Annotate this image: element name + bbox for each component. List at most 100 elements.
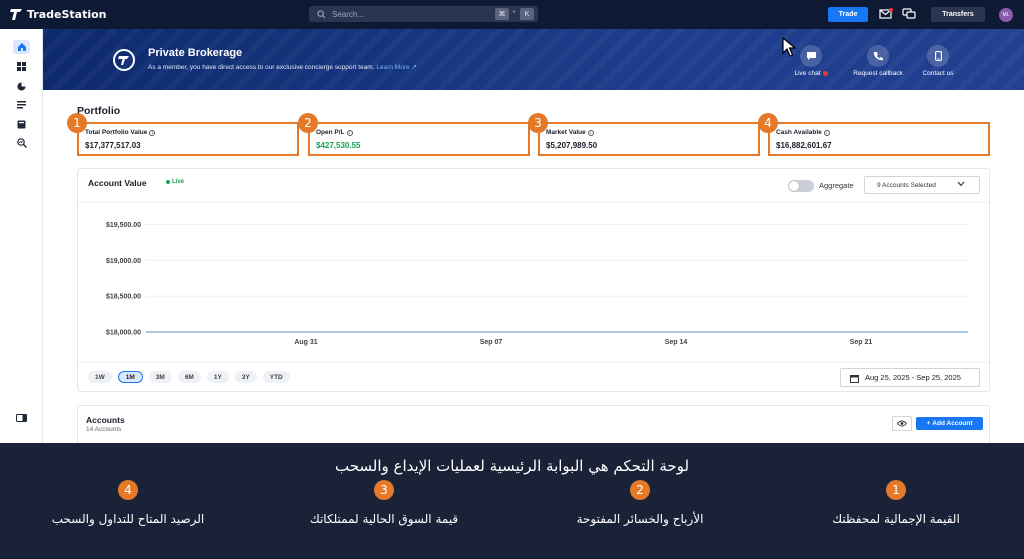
stat-value: $16,882,601.67	[776, 141, 832, 150]
shortcut-cmd-key: ⌘	[495, 8, 509, 20]
contact-us-button[interactable]: Contact us	[908, 45, 968, 77]
range-3y-button[interactable]: 3Y	[234, 371, 257, 383]
account-value-title: Account Value	[88, 178, 147, 188]
banner-title: Private Brokerage	[148, 47, 243, 59]
request-callback-button[interactable]: Request callback	[848, 45, 908, 77]
range-6m-button[interactable]: 6M	[177, 371, 201, 383]
search-input[interactable]: Search...	[332, 10, 364, 19]
caption-item: 1 القيمة الإجمالية لمحفظتك	[786, 480, 1006, 526]
list-icon	[17, 101, 26, 109]
annotation-badge: 1	[67, 113, 87, 133]
range-1m-button[interactable]: 1M	[117, 371, 143, 383]
banner-subtitle-text: As a member, you have direct access to o…	[148, 64, 375, 71]
stat-open-pl: Open P/L i $427,530.55	[308, 122, 530, 156]
search-chart-icon	[16, 138, 27, 148]
caption-item: 2 الأرباح والخسائر المفتوحة	[530, 480, 750, 526]
shortcut-k-key: K	[520, 8, 534, 20]
x-tick-label: Sep 14	[665, 339, 688, 346]
messages-icon[interactable]	[879, 8, 893, 20]
date-range-picker[interactable]: Aug 25, 2025 - Sep 25, 2025	[840, 368, 980, 387]
divider	[78, 362, 989, 363]
sidebar	[0, 29, 43, 443]
annotation-badge: 4	[118, 480, 138, 500]
private-brokerage-logo-icon	[113, 49, 135, 71]
info-icon[interactable]: i	[823, 129, 830, 136]
caption-text: قيمة السوق الحالية لممتلكاتك	[309, 512, 459, 526]
tradestation-logo[interactable]: TradeStation	[10, 7, 107, 21]
accounts-select-value: 9 Accounts Selected	[877, 181, 936, 189]
sidebar-item-home[interactable]	[13, 40, 30, 54]
chat-icon	[800, 45, 822, 67]
annotation-badge: 4	[758, 113, 778, 133]
range-1y-button[interactable]: 1Y	[206, 371, 229, 383]
live-chat-label: Live chat	[794, 70, 821, 77]
annotation-badge: 1	[886, 480, 906, 500]
top-bar: TradeStation Search... ⌘ + K Trade Trans…	[0, 0, 1024, 29]
sidebar-collapse-toggle[interactable]	[13, 411, 30, 425]
range-3m-button[interactable]: 3M	[148, 371, 172, 383]
calendar-icon	[850, 375, 859, 383]
stat-value: $5,207,989.50	[546, 141, 598, 150]
eye-icon	[897, 420, 907, 427]
stat-value: $17,377,517.03	[85, 141, 141, 150]
accounts-select[interactable]: 9 Accounts Selected	[864, 176, 980, 194]
transfers-button[interactable]: Transfers	[931, 7, 985, 22]
annotation-badge: 2	[298, 113, 318, 133]
y-tick-label: $18,000.00	[106, 330, 141, 337]
annotation-badge: 3	[528, 113, 548, 133]
range-selector: 1W 1M 3M 6M 1Y 3Y YTD	[88, 371, 290, 383]
stat-label: Market Value	[546, 129, 586, 136]
panel-toggle-icon	[16, 414, 27, 422]
shortcut-plus: +	[512, 9, 517, 16]
live-indicator: Live	[166, 179, 184, 185]
plus-icon: +	[926, 420, 931, 427]
y-tick-label: $19,500.00	[106, 222, 141, 229]
accounts-card: Accounts 14 Accounts + Add Account	[77, 405, 990, 443]
info-icon[interactable]: i	[587, 129, 594, 136]
grid-icon	[17, 61, 26, 71]
aggregate-label: Aggregate	[819, 181, 854, 190]
live-dot	[166, 180, 170, 184]
sidebar-item-orders[interactable]	[13, 98, 30, 112]
y-tick-label: $18,500.00	[106, 294, 141, 301]
stat-value: $427,530.55	[316, 141, 361, 150]
sidebar-item-dashboard[interactable]	[13, 59, 30, 73]
stat-market-value: Market Value i $5,207,989.50	[538, 122, 760, 156]
stat-label: Open P/L	[316, 129, 345, 136]
caption-item: 3 قيمة السوق الحالية لممتلكاتك	[274, 480, 494, 526]
range-1w-button[interactable]: 1W	[88, 371, 112, 383]
user-avatar[interactable]: ML	[999, 8, 1013, 22]
search-bar[interactable]: Search... ⌘ + K	[309, 6, 538, 22]
accounts-title: Accounts	[86, 415, 125, 425]
stat-label: Total Portfolio Value	[85, 129, 148, 136]
brand-name: TradeStation	[27, 7, 107, 21]
add-account-button[interactable]: + Add Account	[916, 417, 983, 430]
sidebar-item-research[interactable]	[13, 136, 30, 150]
learn-more-link[interactable]: Learn More ↗	[376, 64, 417, 71]
caption-text: الأرباح والخسائر المفتوحة	[576, 512, 704, 526]
x-tick-label: Sep 21	[850, 339, 873, 346]
stat-cash-available: Cash Available i $16,882,601.67	[768, 122, 990, 156]
info-icon[interactable]: i	[149, 129, 156, 136]
y-tick-label: $19,000.00	[106, 258, 141, 265]
sidebar-item-documents[interactable]	[13, 117, 30, 131]
request-callback-label: Request callback	[853, 70, 903, 77]
pie-chart-icon	[17, 81, 26, 91]
phone-icon	[867, 45, 889, 67]
aggregate-toggle[interactable]	[788, 180, 814, 192]
caption-text: القيمة الإجمالية لمحفظتك	[832, 512, 960, 526]
trade-button[interactable]: Trade	[828, 7, 868, 22]
annotation-badge: 2	[630, 480, 650, 500]
account-value-chart: $18,000.00 $18,500.00 $19,000.00 $19,500.00…	[106, 222, 968, 346]
tradestation-logo-icon	[10, 9, 22, 20]
annotation-badge: 3	[374, 480, 394, 500]
chat-bubbles-icon[interactable]	[902, 8, 916, 20]
range-ytd-button[interactable]: YTD	[262, 371, 290, 383]
x-tick-label: Aug 31	[294, 339, 317, 346]
home-icon	[17, 43, 26, 51]
accounts-count: 14 Accounts	[86, 426, 122, 433]
caption-title: لوحة التحكم هي البوابة الرئيسية لعمليات …	[334, 457, 690, 475]
info-icon[interactable]: i	[346, 129, 353, 136]
sidebar-item-analytics[interactable]	[13, 79, 30, 93]
toggle-visibility-button[interactable]	[892, 416, 912, 431]
